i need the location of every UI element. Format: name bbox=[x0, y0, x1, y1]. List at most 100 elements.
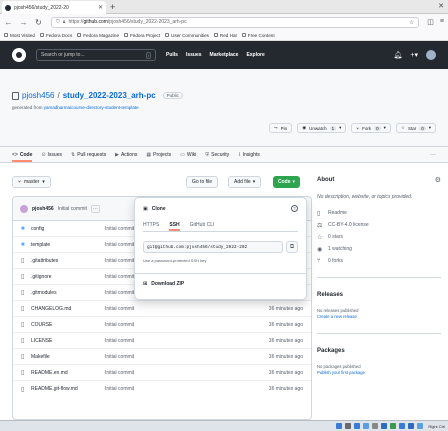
tray-icon[interactable] bbox=[399, 423, 406, 429]
reload-icon[interactable]: ↻ bbox=[34, 18, 43, 27]
commit-author[interactable]: pjosh456 bbox=[32, 206, 54, 212]
browser-tab[interactable]: pjosh456/study_2022-20 ✕ bbox=[2, 1, 106, 14]
bell-icon[interactable]: 🔔︎ bbox=[394, 51, 403, 59]
tab-projects[interactable]: ▦ Projects bbox=[146, 152, 171, 162]
bookmark-item[interactable]: Fedora Project bbox=[124, 33, 160, 38]
fork-button[interactable]: ⑂ Fork 0 ▾ bbox=[351, 123, 391, 133]
clone-tab-https[interactable]: HTTPS bbox=[143, 222, 159, 231]
file-commit-link[interactable]: Initial commit bbox=[105, 354, 255, 360]
github-logo-icon[interactable] bbox=[12, 48, 26, 62]
file-name-link[interactable]: .gitattributes bbox=[31, 258, 105, 264]
add-file-button[interactable]: Add file ▾ bbox=[228, 176, 262, 188]
repo-name-link[interactable]: study_2022-2023_arh-pc bbox=[63, 91, 156, 100]
nav-explore[interactable]: Explore bbox=[246, 52, 264, 58]
nav-pulls[interactable]: Pulls bbox=[166, 52, 178, 58]
file-commit-link[interactable]: Initial commit bbox=[105, 322, 255, 328]
file-commit-link[interactable]: Initial commit bbox=[105, 386, 255, 392]
tab-security[interactable]: ⛨ Security bbox=[205, 152, 229, 162]
gear-icon[interactable]: ⚙ bbox=[435, 176, 441, 184]
help-icon[interactable]: ? bbox=[291, 205, 298, 212]
bookmark-item[interactable]: Free Content bbox=[241, 33, 275, 38]
bookmark-item[interactable]: Fedora Docs bbox=[39, 33, 72, 38]
nav-marketplace[interactable]: Marketplace bbox=[210, 52, 239, 58]
bookmark-item[interactable]: Fedora Magazine bbox=[77, 33, 119, 38]
copy-icon[interactable]: ⧉ bbox=[286, 241, 298, 253]
tab-pull-requests[interactable]: ⇅ Pull requests bbox=[71, 152, 106, 162]
clone-tab-github-cli[interactable]: GitHub CLI bbox=[190, 222, 215, 231]
file-name-link[interactable]: COURSE bbox=[31, 322, 105, 328]
forward-icon[interactable]: → bbox=[19, 18, 28, 27]
file-name-link[interactable]: .gitignore bbox=[31, 274, 105, 280]
unwatch-button[interactable]: ◉ Unwatch 1 ▾ bbox=[297, 123, 347, 133]
tray-icon[interactable] bbox=[408, 423, 415, 429]
tray-icon[interactable] bbox=[345, 423, 352, 429]
search-shortcut-key: / bbox=[145, 51, 151, 59]
file-commit-link[interactable]: Initial commit bbox=[105, 306, 255, 312]
close-tab-icon[interactable]: ✕ bbox=[98, 4, 103, 11]
star-button[interactable]: ☆ Star 0 ▾ bbox=[395, 123, 436, 133]
browser-tabstrip: pjosh456/study_2022-20 ✕ + ✕ bbox=[0, 0, 448, 14]
github-search-input[interactable]: Search or jump to... / bbox=[36, 49, 156, 61]
back-icon[interactable]: ← bbox=[4, 18, 13, 27]
download-zip-button[interactable]: ⊞ Download ZIP bbox=[143, 281, 184, 287]
branch-select[interactable]: ⑂ master ▾ bbox=[12, 176, 51, 188]
about-item[interactable]: ▯ Readme bbox=[317, 207, 441, 219]
ellipsis-icon[interactable]: ··· bbox=[90, 204, 100, 213]
about-item[interactable]: ☆ 0 stars bbox=[317, 231, 441, 243]
commit-message[interactable]: Initial commit bbox=[58, 206, 87, 212]
file-name-link[interactable]: .gitmodules bbox=[31, 290, 105, 296]
file-commit-link[interactable]: Initial commit bbox=[105, 338, 255, 344]
tab-actions[interactable]: ▶ Actions bbox=[115, 152, 137, 162]
code-button[interactable]: Code ▾ bbox=[273, 176, 301, 188]
file-icon: ▯ bbox=[21, 354, 25, 360]
file-name-link[interactable]: config bbox=[31, 226, 105, 232]
tray-icon[interactable] bbox=[336, 423, 343, 429]
close-window-icon[interactable]: ✕ bbox=[438, 2, 444, 10]
bookmark-star-icon[interactable]: ☆ bbox=[409, 19, 414, 26]
tray-icon[interactable] bbox=[381, 423, 388, 429]
tab-issues[interactable]: ⊙ Issues bbox=[41, 152, 62, 162]
avatar[interactable] bbox=[20, 204, 28, 213]
book-icon: ▯ bbox=[317, 210, 321, 217]
tray-icon[interactable] bbox=[417, 423, 424, 429]
url-bar[interactable]: ⛉ 🔒︎ https://github.com/pjosh456/study_2… bbox=[51, 16, 420, 28]
file-name-link[interactable]: README.en.md bbox=[31, 370, 105, 376]
avatar[interactable] bbox=[426, 50, 436, 60]
tray-icon[interactable] bbox=[390, 423, 397, 429]
tab-wiki[interactable]: ▭ Wiki bbox=[180, 152, 196, 162]
file-name-link[interactable]: README.git-flow.md bbox=[31, 386, 105, 392]
file-name-link[interactable]: CHANGELOG.md bbox=[31, 306, 105, 312]
menu-icon[interactable]: ≡ bbox=[440, 18, 444, 26]
repo-owner-link[interactable]: pjosh456 bbox=[22, 91, 54, 100]
new-tab-icon[interactable]: + bbox=[110, 2, 115, 12]
pin-button[interactable]: ⊸ Pin bbox=[268, 123, 293, 133]
clone-tab-ssh[interactable]: SSH bbox=[169, 222, 180, 231]
create-release-link[interactable]: Create a new release bbox=[317, 314, 441, 319]
about-description: No description, website, or topics provi… bbox=[317, 194, 413, 200]
publish-package-link[interactable]: Publish your first package bbox=[317, 370, 441, 375]
tab-insights[interactable]: ⌇ Insights bbox=[238, 152, 260, 162]
nav-issues[interactable]: Issues bbox=[186, 52, 202, 58]
releases-title[interactable]: Releases bbox=[317, 292, 441, 298]
bookmark-item[interactable]: Red Hat bbox=[213, 33, 237, 38]
clone-url-field[interactable] bbox=[143, 241, 283, 253]
file-commit-link[interactable]: Initial commit bbox=[105, 370, 255, 376]
about-item[interactable]: ◉ 1 watching bbox=[317, 243, 441, 255]
pocket-icon[interactable]: ◫ bbox=[427, 18, 434, 26]
bookmark-item[interactable]: Most Visited bbox=[4, 33, 35, 38]
packages-title[interactable]: Packages bbox=[317, 348, 441, 354]
tray-icon[interactable] bbox=[354, 423, 361, 429]
tray-icon[interactable] bbox=[372, 423, 379, 429]
file-name-link[interactable]: Makefile bbox=[31, 354, 105, 360]
template-link[interactable]: yamadharma/course-directory-student-temp… bbox=[44, 105, 139, 110]
tab-code[interactable]: <> Code bbox=[12, 152, 33, 162]
about-item[interactable]: ⑂ 0 forks bbox=[317, 255, 441, 267]
go-to-file-button[interactable]: Go to file bbox=[186, 176, 219, 188]
plus-icon[interactable]: +▾ bbox=[410, 51, 418, 59]
about-item[interactable]: ⚖ CC-BY-4.0 license bbox=[317, 219, 441, 231]
file-name-link[interactable]: template bbox=[31, 242, 105, 248]
tray-icon[interactable] bbox=[363, 423, 370, 429]
more-icon[interactable]: ··· bbox=[430, 152, 436, 162]
file-name-link[interactable]: LICENSE bbox=[31, 338, 105, 344]
bookmark-item[interactable]: User Communities bbox=[165, 33, 209, 38]
